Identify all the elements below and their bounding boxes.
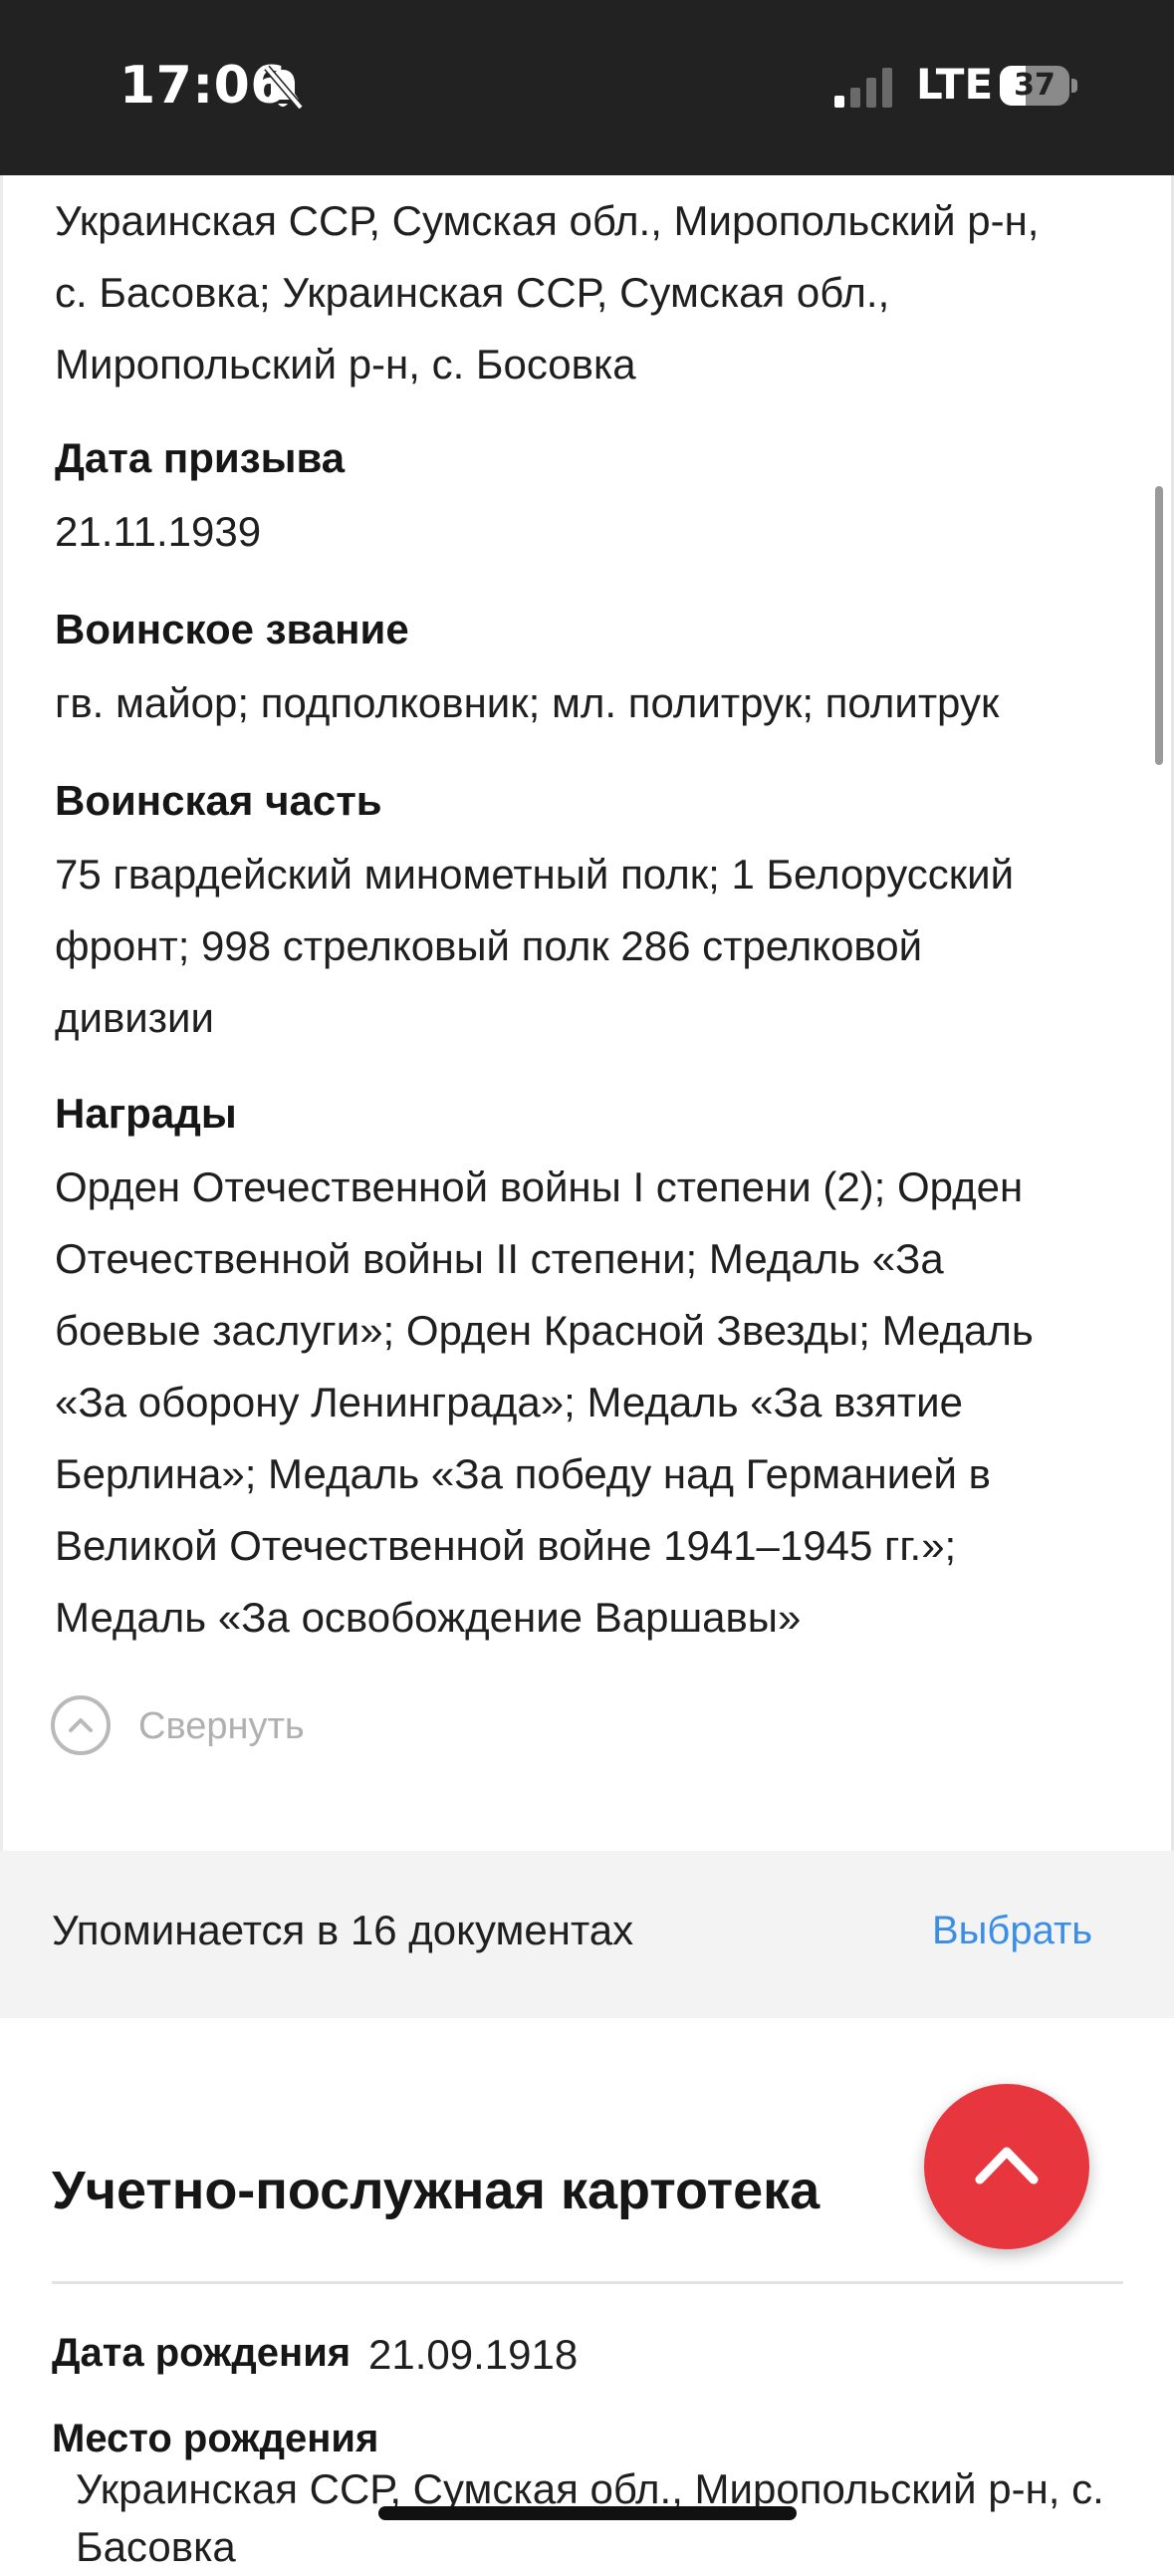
mentions-row: Упоминается в 16 документах Выбрать bbox=[0, 1851, 1174, 2018]
unit-line: 75 гвардейский минометный полк; 1 Белору… bbox=[55, 851, 1015, 898]
network-type: LTE bbox=[916, 60, 994, 109]
details-card: Украинская ССР, Сумская обл., Миропольск… bbox=[0, 175, 1174, 1851]
awards-line: Берлина»; Медаль «За победу над Германие… bbox=[55, 1450, 991, 1497]
rank-label: Воинское звание bbox=[55, 606, 409, 652]
unit-line: фронт; 998 стрелковый полк 286 стрелково… bbox=[55, 922, 923, 969]
awards-line: Отечественной войны II степени; Медаль «… bbox=[55, 1235, 944, 1282]
divider bbox=[52, 2281, 1123, 2284]
awards-line: Орден Отечественной войны I степени (2);… bbox=[55, 1163, 1024, 1210]
awards-line: «За оборону Ленинграда»; Медаль «За взят… bbox=[55, 1379, 963, 1425]
conscription-value: 21.11.1939 bbox=[55, 508, 262, 555]
awards-line: Медаль «За освобождение Варшавы» bbox=[55, 1594, 802, 1641]
awards-line: Великой Отечественной войне 1941–1945 гг… bbox=[55, 1522, 957, 1569]
collapse-label: Свернуть bbox=[138, 1705, 305, 1747]
card-title: Учетно-послужная картотека bbox=[52, 2161, 821, 2220]
birthplace-line: Украинская ССР, Сумская обл., Миропольск… bbox=[55, 197, 1040, 244]
battery-icon: 37 bbox=[1000, 66, 1077, 106]
awards-line: боевые заслуги»; Орден Красной Звезды; М… bbox=[55, 1307, 1034, 1354]
rank-value: гв. майор; подполковник; мл. политрук; п… bbox=[55, 679, 1000, 726]
chevron-up-icon bbox=[975, 2147, 1039, 2185]
scrollbar[interactable] bbox=[1155, 486, 1163, 765]
scroll-to-top-button[interactable] bbox=[924, 2084, 1089, 2249]
unit-line: дивизии bbox=[55, 994, 214, 1041]
conscription-label: Дата призыва bbox=[55, 434, 346, 481]
status-bar: 17:06 LTE 37 bbox=[0, 0, 1174, 175]
awards-label: Награды bbox=[55, 1090, 237, 1137]
home-indicator[interactable] bbox=[378, 2506, 797, 2520]
battery-percent: 37 bbox=[1014, 68, 1056, 103]
dob-value: 21.09.1918 bbox=[368, 2331, 579, 2378]
bell-muted-icon bbox=[261, 64, 305, 112]
signal-icon bbox=[834, 68, 896, 108]
dob-label: Дата рождения bbox=[52, 2331, 352, 2375]
pob-label: Место рождения bbox=[52, 2417, 379, 2460]
birthplace-line: Миропольский р-н, с. Босовка bbox=[55, 341, 636, 387]
birthplace-line: с. Басовка; Украинская ССР, Сумская обл.… bbox=[55, 269, 890, 316]
mentions-count: Упоминается в 16 документах bbox=[52, 1907, 634, 1953]
chevron-up-icon bbox=[51, 1695, 111, 1755]
unit-label: Воинская часть bbox=[55, 777, 382, 824]
select-documents-link[interactable]: Выбрать bbox=[932, 1909, 1092, 1953]
